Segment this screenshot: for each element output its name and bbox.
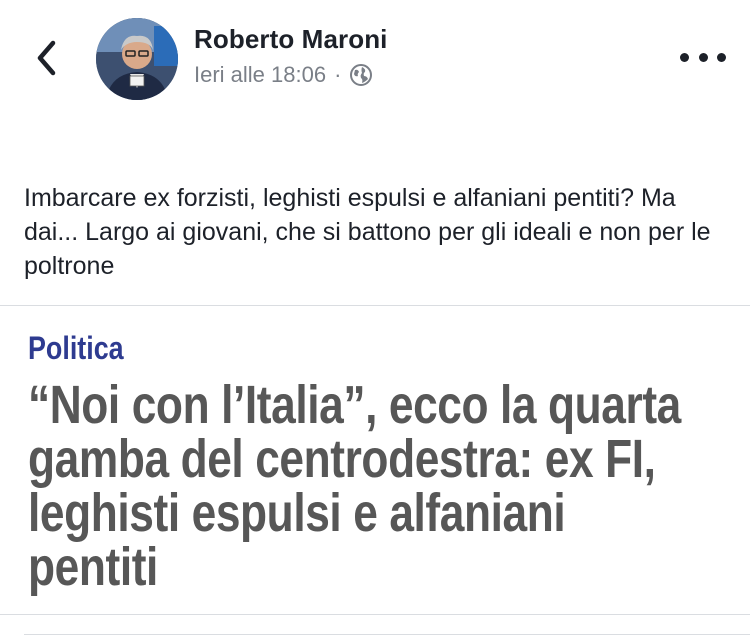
- author-avatar[interactable]: [96, 18, 178, 100]
- author-name[interactable]: Roberto Maroni: [194, 24, 388, 55]
- link-preview-card[interactable]: Politica “Noi con l’Italia”, ecco la qua…: [0, 306, 750, 616]
- more-dot: [717, 52, 726, 62]
- post-timestamp[interactable]: Ieri alle 18:06: [194, 62, 326, 88]
- divider: [0, 614, 750, 615]
- avatar-photo: [96, 18, 178, 100]
- article-category: Politica: [28, 330, 124, 366]
- more-dot: [680, 52, 689, 62]
- post-text: Imbarcare ex forzisti, leghisti espulsi …: [24, 184, 711, 280]
- article-headline: “Noi con l’Italia”, ecco la quarta gamba…: [28, 378, 700, 594]
- chevron-left-icon: [37, 40, 56, 76]
- headline-line: pentiti: [28, 537, 158, 597]
- globe-icon[interactable]: [349, 63, 373, 87]
- post-header: Roberto Maroni Ieri alle 18:06 ·: [0, 0, 750, 120]
- meta-separator: ·: [334, 62, 342, 87]
- headline-line: leghisti espulsi e alfaniani: [28, 483, 566, 543]
- headline-line: gamba del centrodestra: ex FI,: [28, 429, 656, 489]
- divider: [24, 634, 750, 635]
- more-options-button[interactable]: [680, 46, 726, 68]
- headline-line: “Noi con l’Italia”, ecco la quarta: [28, 375, 681, 435]
- back-button[interactable]: [28, 38, 64, 78]
- more-dot: [698, 52, 708, 62]
- post-meta: Ieri alle 18:06 ·: [194, 62, 373, 88]
